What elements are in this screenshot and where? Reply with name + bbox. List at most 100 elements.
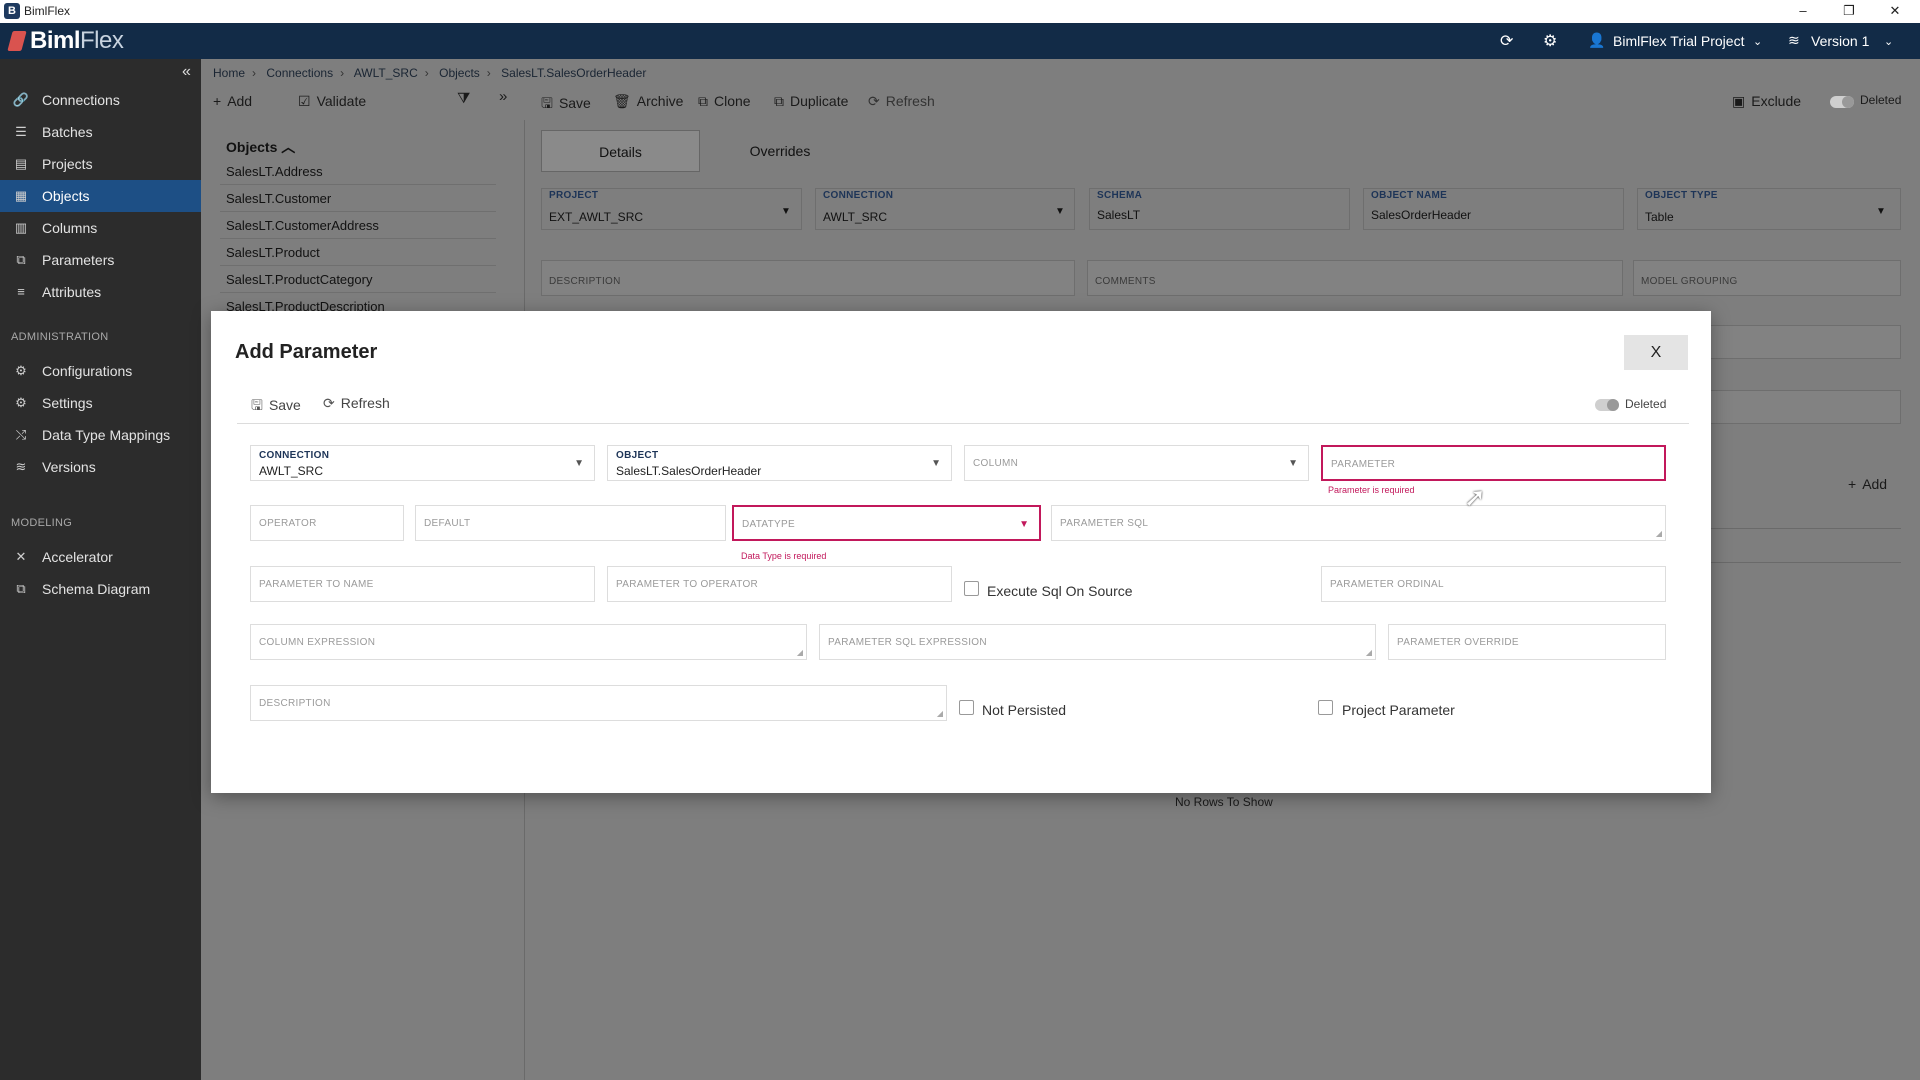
object-select[interactable]: OBJECT SalesLT.SalesOrderHeader ▼: [607, 445, 952, 481]
list-item[interactable]: SalesLT.Product: [220, 239, 496, 266]
breadcrumb-connections[interactable]: Connections: [266, 66, 333, 80]
sidebar-item-settings[interactable]: ⚙ Settings: [0, 387, 201, 419]
dialog-deleted-toggle[interactable]: [1595, 399, 1619, 411]
sidebar-item-schema-diagram[interactable]: ⧉ Schema Diagram: [0, 573, 201, 605]
deleted-toggle[interactable]: [1830, 96, 1854, 108]
resize-handle-icon[interactable]: ◢: [1656, 529, 1662, 538]
project-selector[interactable]: BimlFlex Trial Project: [1613, 33, 1744, 49]
column-expression-textarea[interactable]: COLUMN EXPRESSION ◢: [250, 624, 807, 660]
gear-icon[interactable]: ⚙: [1543, 31, 1557, 51]
archive-button[interactable]: 🗑 Archive: [613, 93, 683, 110]
exclude-label: Exclude: [1751, 93, 1802, 109]
resize-handle-icon[interactable]: ◢: [797, 648, 803, 657]
sidebar-item-batches[interactable]: ☰ Batches: [0, 116, 201, 148]
filter-icon[interactable]: ⧩: [457, 90, 470, 107]
sidebar-item-accelerator[interactable]: ✕ Accelerator: [0, 541, 201, 573]
dialog-refresh-button[interactable]: ⟳ Refresh: [323, 395, 390, 412]
close-dialog-button[interactable]: X: [1624, 335, 1688, 370]
default-input[interactable]: DEFAULT: [415, 505, 726, 541]
sidebar-item-data-type-mappings[interactable]: ⤭ Data Type Mappings: [0, 419, 201, 451]
column-select[interactable]: COLUMN ▼: [964, 445, 1309, 481]
datatype-select[interactable]: DATATYPE ▼: [732, 505, 1041, 541]
list-item[interactable]: SalesLT.CustomerAddress: [220, 212, 496, 239]
grid-add-button[interactable]: + Add: [1848, 476, 1887, 492]
schema-value: SalesLT: [1097, 208, 1141, 222]
parameter-override-input[interactable]: PARAMETER OVERRIDE: [1388, 624, 1666, 660]
refresh-icon[interactable]: ⟳: [1500, 31, 1513, 51]
sidebar-item-projects[interactable]: ▤ Projects: [0, 148, 201, 180]
version-selector[interactable]: Version 1: [1811, 33, 1869, 49]
dialog-deleted-label: Deleted: [1625, 397, 1667, 411]
chevron-down-icon: ▼: [781, 206, 791, 217]
objects-panel-header[interactable]: Objects ︿: [226, 137, 295, 157]
breadcrumb-objects[interactable]: Objects: [439, 66, 480, 80]
save-button[interactable]: 🖫 Save: [541, 93, 591, 117]
list-item[interactable]: SalesLT.ProductCategory: [220, 266, 496, 293]
operator-input[interactable]: OPERATOR: [250, 505, 404, 541]
validate-button[interactable]: ☑ Validate: [298, 93, 366, 110]
list-item[interactable]: SalesLT.Address: [220, 158, 496, 185]
breadcrumb-home[interactable]: Home: [213, 66, 245, 80]
sidebar-item-attributes[interactable]: ≡ Attributes: [0, 276, 201, 308]
chevron-down-icon: ▼: [574, 458, 584, 469]
tab-overrides[interactable]: Overrides: [700, 130, 860, 172]
parameter-sql-textarea[interactable]: PARAMETER SQL ◢: [1051, 505, 1666, 541]
clone-button[interactable]: ⧉ Clone: [698, 93, 751, 110]
validate-icon: ☑: [298, 93, 311, 109]
sidebar-item-connections[interactable]: 🔗 Connections: [0, 84, 201, 116]
chevron-down-icon[interactable]: ⌄: [1753, 35, 1762, 48]
project-parameter-checkbox[interactable]: [1318, 700, 1333, 715]
description-textarea[interactable]: [541, 260, 1075, 296]
parameter-input[interactable]: PARAMETER: [1321, 445, 1666, 481]
hidden-field[interactable]: [1701, 390, 1901, 424]
sidebar-item-label: Schema Diagram: [42, 581, 151, 597]
sidebar-item-label: Batches: [42, 124, 93, 140]
comments-textarea[interactable]: [1087, 260, 1623, 296]
breadcrumb-connection[interactable]: AWLT_SRC: [354, 66, 418, 80]
execute-sql-checkbox[interactable]: [964, 581, 979, 596]
connection-select[interactable]: CONNECTION AWLT_SRC ▼: [250, 445, 595, 481]
add-object-button[interactable]: + Add: [213, 93, 252, 109]
refresh-button[interactable]: ⟳ Refresh: [868, 93, 935, 110]
resize-handle-icon[interactable]: ◢: [1366, 648, 1372, 657]
parameter-to-operator-input[interactable]: PARAMETER TO OPERATOR: [607, 566, 952, 602]
sidebar-item-objects[interactable]: ▦ Objects: [0, 180, 201, 212]
parameter-sql-placeholder: PARAMETER SQL: [1060, 518, 1149, 529]
bimlflex-logo[interactable]: BimlFlex: [7, 27, 124, 55]
chevron-down-icon: ▼: [1019, 519, 1029, 530]
list-item[interactable]: SalesLT.Customer: [220, 185, 496, 212]
chevron-down-icon: ▼: [1055, 206, 1065, 217]
collapse-sidebar-icon[interactable]: «: [182, 63, 191, 81]
minimize-button[interactable]: –: [1780, 0, 1826, 23]
objects-header-label: Objects: [226, 139, 278, 155]
description-placeholder: DESCRIPTION: [259, 698, 331, 709]
window-title: BimlFlex: [24, 4, 71, 18]
sidebar-item-label: Attributes: [42, 284, 102, 300]
parameter-sql-expression-textarea[interactable]: PARAMETER SQL EXPRESSION ◢: [819, 624, 1376, 660]
exclude-checkbox[interactable]: ▣ Exclude: [1732, 93, 1801, 110]
clone-label: Clone: [714, 93, 751, 109]
expand-panel-icon[interactable]: »: [499, 88, 507, 105]
sidebar-item-columns[interactable]: ▥ Columns: [0, 212, 201, 244]
duplicate-button[interactable]: ⧉ Duplicate: [774, 93, 848, 110]
sidebar-item-configurations[interactable]: ⚙ Configurations: [0, 355, 201, 387]
description-placeholder: DESCRIPTION: [549, 276, 621, 287]
dialog-save-button[interactable]: 🖫 Save: [251, 395, 301, 419]
section-administration: ADMINISTRATION: [11, 331, 109, 343]
object-type-select[interactable]: [1637, 188, 1901, 230]
not-persisted-checkbox[interactable]: [959, 700, 974, 715]
resize-handle-icon[interactable]: ◢: [937, 709, 943, 718]
dialog-title: Add Parameter: [235, 341, 378, 363]
description-textarea[interactable]: DESCRIPTION ◢: [250, 685, 947, 721]
parameter-sql-expression-placeholder: PARAMETER SQL EXPRESSION: [828, 637, 987, 648]
parameter-to-name-input[interactable]: PARAMETER TO NAME: [250, 566, 595, 602]
close-window-button[interactable]: ✕: [1872, 0, 1918, 23]
chevron-down-icon[interactable]: ⌄: [1884, 35, 1893, 48]
sidebar-item-versions[interactable]: ≋ Versions: [0, 451, 201, 483]
sidebar-item-parameters[interactable]: ⧉ Parameters: [0, 244, 201, 276]
hidden-field[interactable]: [1701, 325, 1901, 359]
maximize-button[interactable]: ❐: [1826, 0, 1872, 23]
parameter-ordinal-input[interactable]: PARAMETER ORDINAL: [1321, 566, 1666, 602]
parameter-to-name-placeholder: PARAMETER TO NAME: [259, 579, 374, 590]
tab-details[interactable]: Details: [541, 130, 700, 172]
